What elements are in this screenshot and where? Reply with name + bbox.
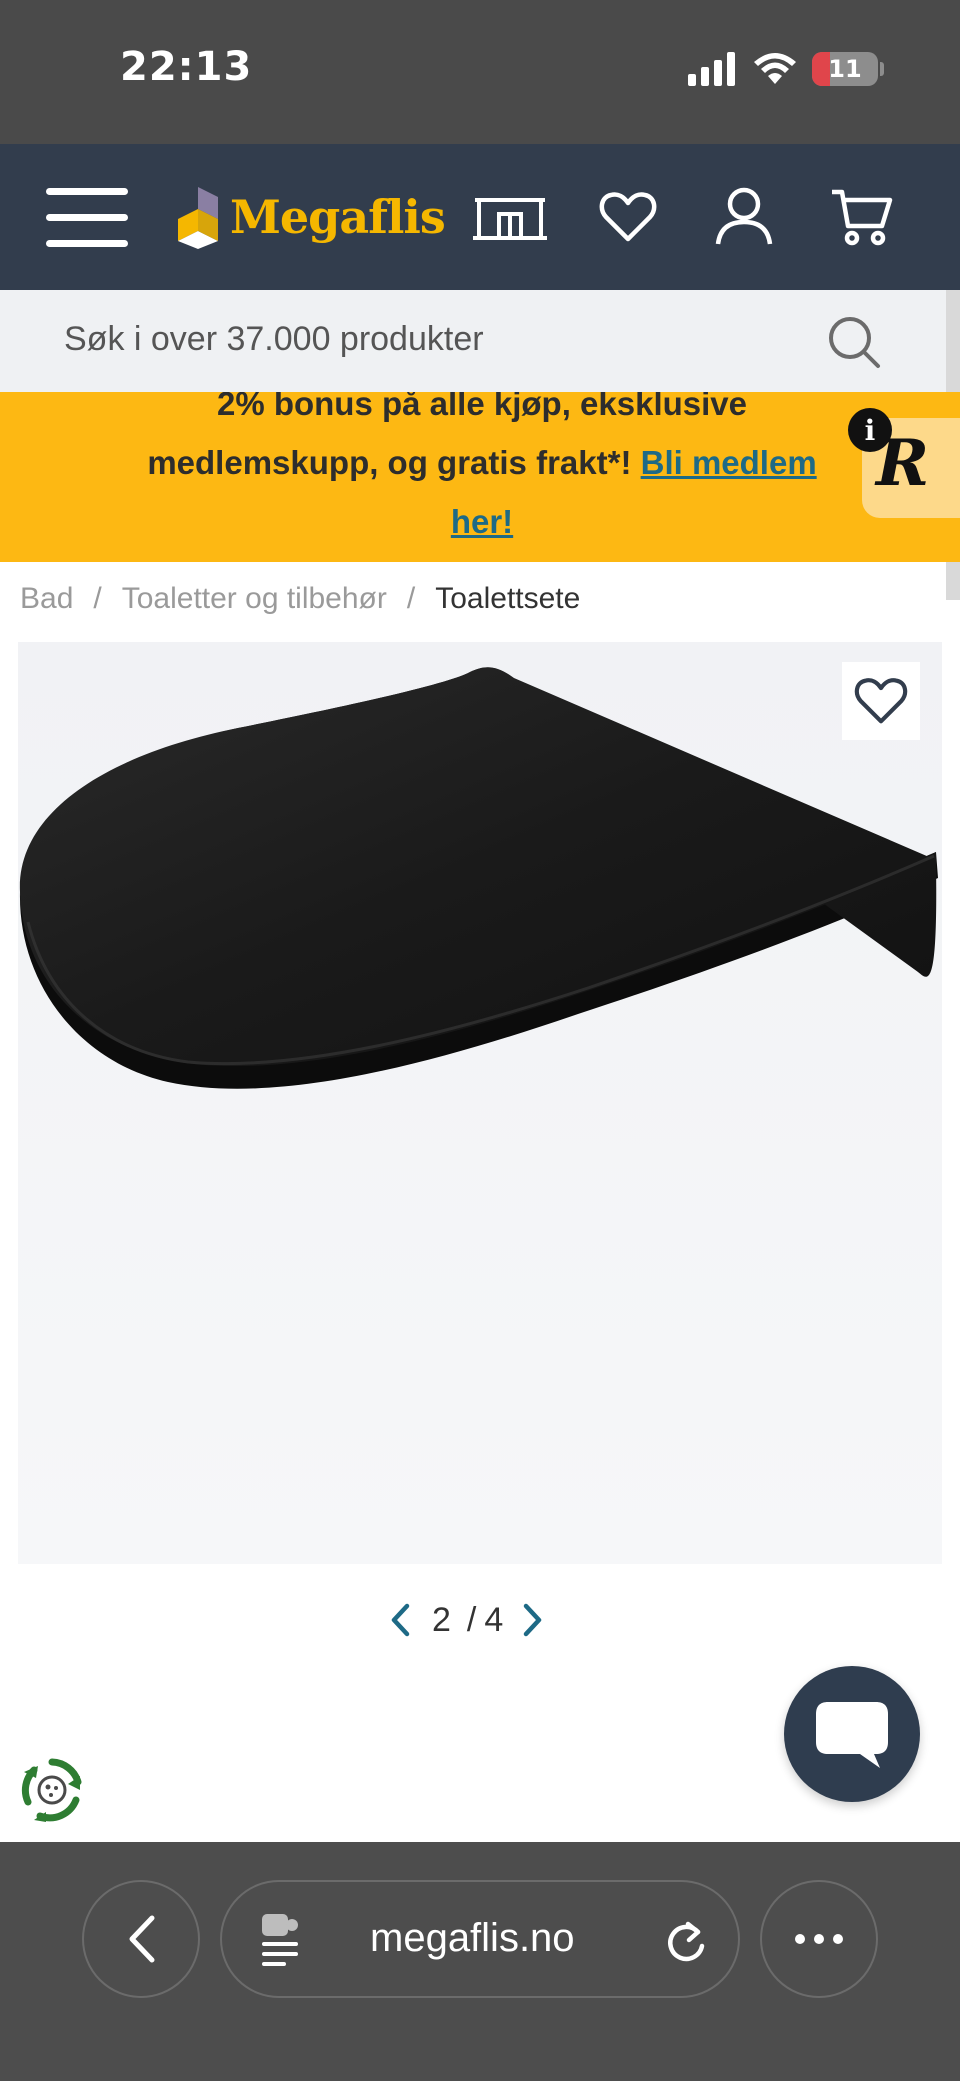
ellipsis-icon	[795, 1934, 843, 1944]
wifi-icon	[754, 53, 796, 84]
next-image-button[interactable]	[513, 1594, 553, 1646]
user-icon[interactable]	[704, 184, 784, 250]
address-bar[interactable]: megaflis.no	[220, 1880, 740, 1998]
search-input[interactable]: Søk i over 37.000 produkter	[64, 320, 484, 359]
search-bar[interactable]: Søk i over 37.000 produkter	[0, 290, 960, 392]
battery-icon: 11	[812, 52, 878, 86]
battery-nub	[880, 62, 884, 76]
browser-toolbar: megaflis.no	[0, 1842, 960, 2081]
showroom-icon[interactable]	[470, 184, 550, 250]
join-link[interactable]: Bli medlem	[641, 444, 817, 481]
breadcrumb-separator: /	[406, 582, 416, 615]
chat-button[interactable]	[784, 1666, 920, 1802]
signal-icon	[688, 52, 735, 86]
search-icon[interactable]	[826, 314, 882, 370]
heart-icon[interactable]	[588, 184, 668, 250]
toilet-seat-image	[19, 667, 938, 1089]
breadcrumb-separator: /	[93, 582, 102, 615]
breadcrumb-item-toaletter[interactable]: Toaletter og tilbehør	[122, 582, 387, 616]
breadcrumb: Bad / Toaletter og tilbehør / Toalettset…	[20, 582, 580, 616]
wishlist-button[interactable]	[842, 662, 920, 740]
chevron-left-icon	[391, 1603, 410, 1637]
url-text[interactable]: megaflis.no	[370, 1916, 575, 1961]
logo-mark-icon	[178, 187, 218, 249]
cart-icon[interactable]	[822, 184, 902, 250]
pager-current: 2	[432, 1600, 451, 1639]
site-header: Megaflis	[0, 144, 960, 290]
join-link-continued[interactable]: her!	[451, 503, 513, 540]
product-image[interactable]	[18, 642, 942, 1564]
logo-text: Megaflis	[230, 190, 446, 244]
status-bar: 22:13 11	[0, 0, 960, 144]
status-time: 22:13	[120, 44, 253, 90]
chevron-left-icon	[129, 1915, 155, 1963]
breadcrumb-item-bad[interactable]: Bad	[20, 582, 73, 616]
gallery-pager: 2 / 4	[380, 1594, 553, 1646]
browser-back-button[interactable]	[82, 1880, 200, 1998]
battery-level: 11	[828, 55, 862, 83]
reload-icon[interactable]	[662, 1918, 708, 1964]
info-icon[interactable]: i	[848, 408, 892, 452]
prev-image-button[interactable]	[380, 1594, 420, 1646]
page-menu-icon[interactable]	[260, 1912, 304, 1968]
pager-total: 4	[484, 1600, 504, 1639]
chat-bubble-icon	[816, 1702, 888, 1768]
promo-banner: 2% bonus på alle kjøp, eksklusive medlem…	[0, 392, 960, 562]
heart-outline-icon	[854, 678, 908, 724]
logo[interactable]: Megaflis	[174, 182, 446, 252]
pager-separator: /	[466, 1600, 477, 1639]
more-options-button[interactable]	[760, 1880, 878, 1998]
breadcrumb-current: Toalettsete	[435, 582, 581, 615]
menu-icon[interactable]	[46, 188, 130, 248]
chevron-right-icon	[524, 1603, 542, 1637]
eco-badge-icon[interactable]	[18, 1756, 86, 1824]
promo-text: 2% bonus på alle kjøp, eksklusive medlem…	[147, 392, 817, 540]
